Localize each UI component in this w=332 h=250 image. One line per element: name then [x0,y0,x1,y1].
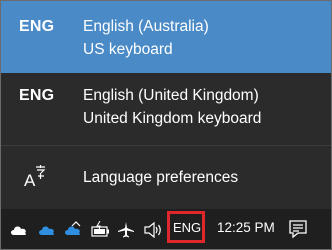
language-settings-icon: A [24,165,46,190]
language-item-english-uk[interactable]: ENG English (United Kingdom) United King… [1,73,331,145]
chevron-up-icon[interactable] [71,215,81,233]
input-indicator[interactable]: ENG [173,220,201,235]
action-center-icon[interactable] [288,219,308,239]
onedrive-cloud-icon[interactable] [9,221,29,239]
language-preferences-link[interactable]: A Language preferences [1,149,331,207]
airplane-mode-icon[interactable] [117,221,135,239]
volume-icon[interactable] [143,221,163,239]
language-flyout: ENG English (Australia) US keyboard ENG … [1,1,331,209]
language-item-english-australia[interactable]: ENG English (Australia) US keyboard [1,1,331,73]
battery-charging-icon[interactable] [91,221,111,239]
language-code: ENG [19,87,55,104]
language-code: ENG [19,18,55,35]
taskbar: ENG 12:25 PM [1,209,331,249]
onedrive-cloud-icon[interactable] [37,221,57,239]
keyboard-layout: United Kingdom keyboard [83,110,262,127]
clock[interactable]: 12:25 PM [217,220,275,235]
language-name: English (Australia) [83,18,209,35]
keyboard-layout: US keyboard [83,41,173,58]
screenshot-frame: ENG English (Australia) US keyboard ENG … [0,0,332,250]
language-name: English (United Kingdom) [83,87,259,104]
svg-text:A: A [24,171,36,190]
language-preferences-label: Language preferences [83,169,239,186]
divider [1,145,331,146]
